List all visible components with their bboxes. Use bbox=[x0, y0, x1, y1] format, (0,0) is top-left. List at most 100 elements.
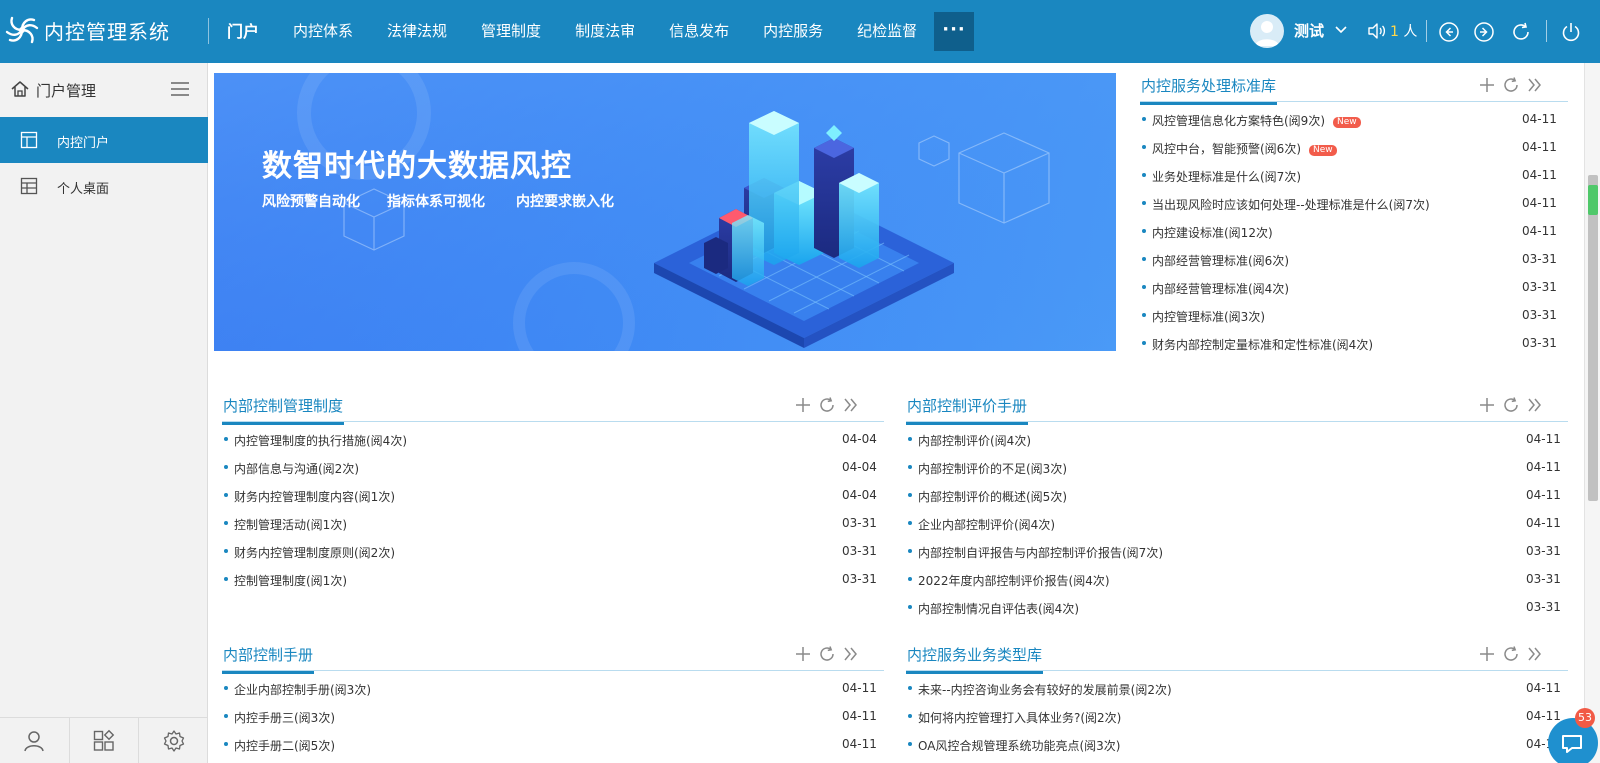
list-item[interactable]: 内部经营管理标准(阅4次) 03-31 bbox=[1140, 273, 1568, 301]
scrollbar-thumb[interactable] bbox=[1588, 175, 1598, 501]
more-icon[interactable] bbox=[1526, 396, 1544, 414]
user-avatar[interactable] bbox=[1250, 14, 1284, 48]
list-item-title[interactable]: 内控管理标准(阅3次) bbox=[1152, 308, 1265, 325]
user-center-button[interactable] bbox=[0, 718, 70, 763]
list-item[interactable]: 内部控制评价的概述(阅5次) 04-11 bbox=[906, 481, 1568, 509]
list-item-title[interactable]: 业务处理标准是什么(阅7次) bbox=[1152, 168, 1301, 185]
sidebar-item-personal-desktop[interactable]: 个人桌面 bbox=[0, 163, 208, 209]
list-item[interactable]: 风控中台，智能预警(阅6次) New 04-11 bbox=[1140, 133, 1568, 161]
nav-item-discipline[interactable]: 纪检监督 bbox=[840, 0, 934, 63]
list-item[interactable]: 内部控制自评报告与内部控制评价报告(阅7次) 03-31 bbox=[906, 537, 1568, 565]
list-item[interactable]: 控制管理制度(阅1次) 03-31 bbox=[222, 565, 884, 593]
sidebar-item-control-portal[interactable]: 内控门户 bbox=[0, 117, 208, 163]
panel-title[interactable]: 内部控制评价手册 bbox=[906, 395, 1029, 425]
refresh-icon[interactable] bbox=[818, 396, 836, 414]
user-name[interactable]: 测试 bbox=[1294, 20, 1324, 41]
more-icon[interactable] bbox=[842, 645, 860, 663]
list-item-title[interactable]: 企业内部控制手册(阅3次) bbox=[234, 681, 371, 698]
forward-icon[interactable] bbox=[1473, 21, 1495, 43]
nav-item-portal[interactable]: 门户 bbox=[210, 0, 276, 63]
add-icon[interactable] bbox=[794, 645, 812, 663]
list-item[interactable]: 内控管理制度的执行措施(阅4次) 04-04 bbox=[222, 425, 884, 453]
apps-button[interactable] bbox=[70, 718, 140, 763]
add-icon[interactable] bbox=[1478, 396, 1496, 414]
list-item[interactable]: 业务处理标准是什么(阅7次) 04-11 bbox=[1140, 161, 1568, 189]
list-item-title[interactable]: 内控手册三(阅3次) bbox=[234, 709, 335, 726]
list-item[interactable]: 内部控制评价(阅4次) 04-11 bbox=[906, 425, 1568, 453]
panel-title[interactable]: 内部控制手册 bbox=[222, 644, 315, 674]
list-item-title[interactable]: 如何将内控管理打入具体业务?(阅2次) bbox=[918, 709, 1121, 726]
list-item-title[interactable]: 控制管理制度(阅1次) bbox=[234, 572, 347, 589]
list-item[interactable]: 内控手册三(阅3次) 04-11 bbox=[222, 702, 884, 730]
list-item-title[interactable]: 内控管理制度的执行措施(阅4次) bbox=[234, 432, 407, 449]
panel-title[interactable]: 内控服务处理标准库 bbox=[1140, 75, 1278, 105]
more-icon[interactable] bbox=[842, 396, 860, 414]
list-item-title[interactable]: 内部控制评价的不足(阅3次) bbox=[918, 460, 1067, 477]
list-item-title[interactable]: 内控手册二(阅5次) bbox=[234, 737, 335, 754]
settings-button[interactable] bbox=[139, 718, 208, 763]
list-item-title[interactable]: 财务内部控制定量标准和定性标准(阅4次) bbox=[1152, 336, 1373, 353]
list-item[interactable]: 财务内部控制定量标准和定性标准(阅4次) 03-31 bbox=[1140, 329, 1568, 357]
list-item-title[interactable]: 内部控制评价的概述(阅5次) bbox=[918, 488, 1067, 505]
power-icon[interactable] bbox=[1560, 21, 1582, 43]
add-icon[interactable] bbox=[1478, 645, 1496, 663]
refresh-icon[interactable] bbox=[1510, 21, 1532, 43]
panel-title[interactable]: 内控服务业务类型库 bbox=[906, 644, 1044, 674]
list-item[interactable]: 内部信息与沟通(阅2次) 04-04 bbox=[222, 453, 884, 481]
list-item-title[interactable]: 财务内控管理制度内容(阅1次) bbox=[234, 488, 395, 505]
list-item-title[interactable]: 内部控制情况自评估表(阅4次) bbox=[918, 600, 1079, 617]
refresh-icon[interactable] bbox=[1502, 396, 1520, 414]
list-item-title[interactable]: 内控建设标准(阅12次) bbox=[1152, 224, 1273, 241]
back-icon[interactable] bbox=[1438, 21, 1460, 43]
page-scrollbar[interactable] bbox=[1584, 63, 1600, 763]
list-item[interactable]: 内部控制评价的不足(阅3次) 04-11 bbox=[906, 453, 1568, 481]
list-item[interactable]: 财务内控管理制度原则(阅2次) 03-31 bbox=[222, 537, 884, 565]
list-item[interactable]: 控制管理活动(阅1次) 03-31 bbox=[222, 509, 884, 537]
chevron-down-icon[interactable] bbox=[1334, 22, 1348, 36]
list-item[interactable]: 风控管理信息化方案特色(阅9次) New 04-11 bbox=[1140, 105, 1568, 133]
panel-title[interactable]: 内部控制管理制度 bbox=[222, 395, 345, 425]
list-item[interactable]: 内控管理标准(阅3次) 03-31 bbox=[1140, 301, 1568, 329]
list-item[interactable]: 当出现风险时应该如何处理--处理标准是什么(阅7次) 04-11 bbox=[1140, 189, 1568, 217]
list-item-title[interactable]: OA风控合规管理系统功能亮点(阅3次) bbox=[918, 737, 1120, 754]
list-item[interactable]: 内控建设标准(阅12次) 04-11 bbox=[1140, 217, 1568, 245]
list-item-title[interactable]: 风控管理信息化方案特色(阅9次) New bbox=[1152, 112, 1361, 129]
list-item-title[interactable]: 内部经营管理标准(阅6次) bbox=[1152, 252, 1289, 269]
list-item[interactable]: 未来--内控咨询业务会有较好的发展前景(阅2次) 04-11 bbox=[906, 674, 1568, 702]
list-item[interactable]: 2022年度内部控制评价报告(阅4次) 03-31 bbox=[906, 565, 1568, 593]
nav-item-control-system[interactable]: 内控体系 bbox=[276, 0, 370, 63]
list-item-title[interactable]: 当出现风险时应该如何处理--处理标准是什么(阅7次) bbox=[1152, 196, 1430, 213]
speaker-icon[interactable] bbox=[1366, 21, 1386, 41]
list-item-title[interactable]: 财务内控管理制度原则(阅2次) bbox=[234, 544, 395, 561]
add-icon[interactable] bbox=[794, 396, 812, 414]
list-item[interactable]: 内部控制情况自评估表(阅4次) 03-31 bbox=[906, 593, 1568, 621]
refresh-icon[interactable] bbox=[818, 645, 836, 663]
list-item-title[interactable]: 内部控制评价(阅4次) bbox=[918, 432, 1031, 449]
add-icon[interactable] bbox=[1478, 76, 1496, 94]
list-item[interactable]: 如何将内控管理打入具体业务?(阅2次) 04-11 bbox=[906, 702, 1568, 730]
nav-item-info-publish[interactable]: 信息发布 bbox=[652, 0, 746, 63]
nav-item-control-service[interactable]: 内控服务 bbox=[746, 0, 840, 63]
list-item-title[interactable]: 企业内部控制评价(阅4次) bbox=[918, 516, 1055, 533]
hamburger-menu-icon[interactable] bbox=[170, 81, 190, 97]
nav-item-management-rules[interactable]: 管理制度 bbox=[464, 0, 558, 63]
list-item-title[interactable]: 未来--内控咨询业务会有较好的发展前景(阅2次) bbox=[918, 681, 1172, 698]
nav-more-button[interactable]: ··· bbox=[934, 12, 974, 51]
list-item[interactable]: 企业内部控制手册(阅3次) 04-11 bbox=[222, 674, 884, 702]
more-icon[interactable] bbox=[1526, 76, 1544, 94]
list-item[interactable]: 内部经营管理标准(阅6次) 03-31 bbox=[1140, 245, 1568, 273]
list-item-title[interactable]: 内部控制自评报告与内部控制评价报告(阅7次) bbox=[918, 544, 1163, 561]
list-item-title[interactable]: 内部信息与沟通(阅2次) bbox=[234, 460, 359, 477]
list-item[interactable]: OA风控合规管理系统功能亮点(阅3次) 04-11 bbox=[906, 730, 1568, 758]
list-item[interactable]: 企业内部控制评价(阅4次) 04-11 bbox=[906, 509, 1568, 537]
list-item-title[interactable]: 控制管理活动(阅1次) bbox=[234, 516, 347, 533]
nav-item-rule-review[interactable]: 制度法审 bbox=[558, 0, 652, 63]
more-icon[interactable] bbox=[1526, 645, 1544, 663]
nav-item-laws[interactable]: 法律法规 bbox=[370, 0, 464, 63]
list-item-title[interactable]: 风控中台，智能预警(阅6次) New bbox=[1152, 140, 1337, 157]
refresh-icon[interactable] bbox=[1502, 645, 1520, 663]
refresh-icon[interactable] bbox=[1502, 76, 1520, 94]
list-item[interactable]: 财务内控管理制度内容(阅1次) 04-04 bbox=[222, 481, 884, 509]
list-item[interactable]: 内控手册二(阅5次) 04-11 bbox=[222, 730, 884, 758]
list-item-title[interactable]: 内部经营管理标准(阅4次) bbox=[1152, 280, 1289, 297]
